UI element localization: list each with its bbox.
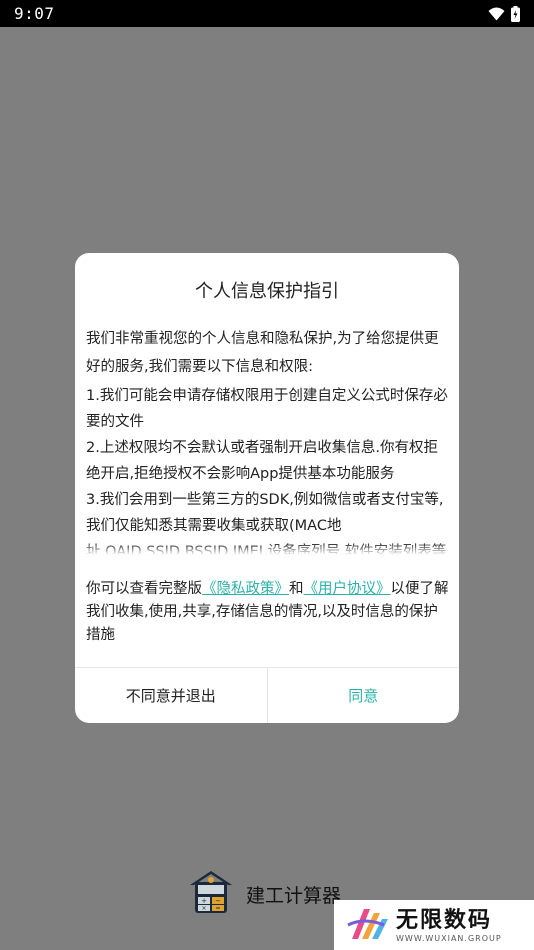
status-icons	[488, 5, 520, 22]
wifi-icon	[488, 7, 505, 21]
privacy-dialog: 个人信息保护指引 我们非常重视您的个人信息和隐私保护,为了给您提供更好的服务,我…	[75, 253, 459, 723]
svg-text:+: +	[201, 897, 207, 905]
user-agreement-link[interactable]: 《用户协议》	[304, 581, 391, 597]
policy-paragraph: 2.上述权限均不会默认或者强制开启收集信息.你有权拒绝开启,拒绝授权不会影响Ap…	[86, 440, 438, 482]
app-brand: + − × = 建工计算器	[188, 870, 341, 918]
notice-and: 和	[289, 581, 304, 597]
status-time: 9:07	[14, 4, 55, 23]
decline-exit-button[interactable]: 不同意并退出	[75, 668, 268, 723]
dialog-footer: 不同意并退出 同意	[75, 667, 459, 723]
watermark-logo-icon	[344, 903, 390, 947]
watermark-title: 无限数码	[396, 907, 493, 933]
privacy-policy-link[interactable]: 《隐私政策》	[202, 581, 289, 597]
calculator-icon: + − × =	[188, 869, 234, 919]
policy-paragraph: 我们非常重视您的个人信息和隐私保护,为了给您提供更好的服务,我们需要以下信息和权…	[86, 331, 439, 375]
dialog-title: 个人信息保护指引	[195, 281, 339, 302]
app-name: 建工计算器	[246, 884, 342, 907]
agree-button[interactable]: 同意	[268, 668, 460, 723]
battery-icon	[511, 5, 520, 22]
svg-text:−: −	[215, 897, 221, 905]
status-bar: 9:07	[0, 0, 534, 27]
svg-text:×: ×	[201, 905, 206, 912]
policy-scroll-area[interactable]: 我们非常重视您的个人信息和隐私保护,为了给您提供更好的服务,我们需要以下信息和权…	[86, 325, 448, 555]
policy-paragraph: 1.我们可能会申请存储权限用于创建自定义公式时保存必要的文件	[86, 388, 448, 430]
scroll-fade	[86, 543, 448, 555]
notice-prefix: 你可以查看完整版	[86, 581, 202, 597]
svg-text:=: =	[215, 905, 220, 912]
watermark: 无限数码 WWW.WUXIAN.GROUP	[334, 900, 534, 950]
policy-notice: 你可以查看完整版《隐私政策》和《用户协议》以便了解我们收集,使用,共享,存储信息…	[86, 578, 450, 647]
watermark-url: WWW.WUXIAN.GROUP	[396, 933, 502, 943]
